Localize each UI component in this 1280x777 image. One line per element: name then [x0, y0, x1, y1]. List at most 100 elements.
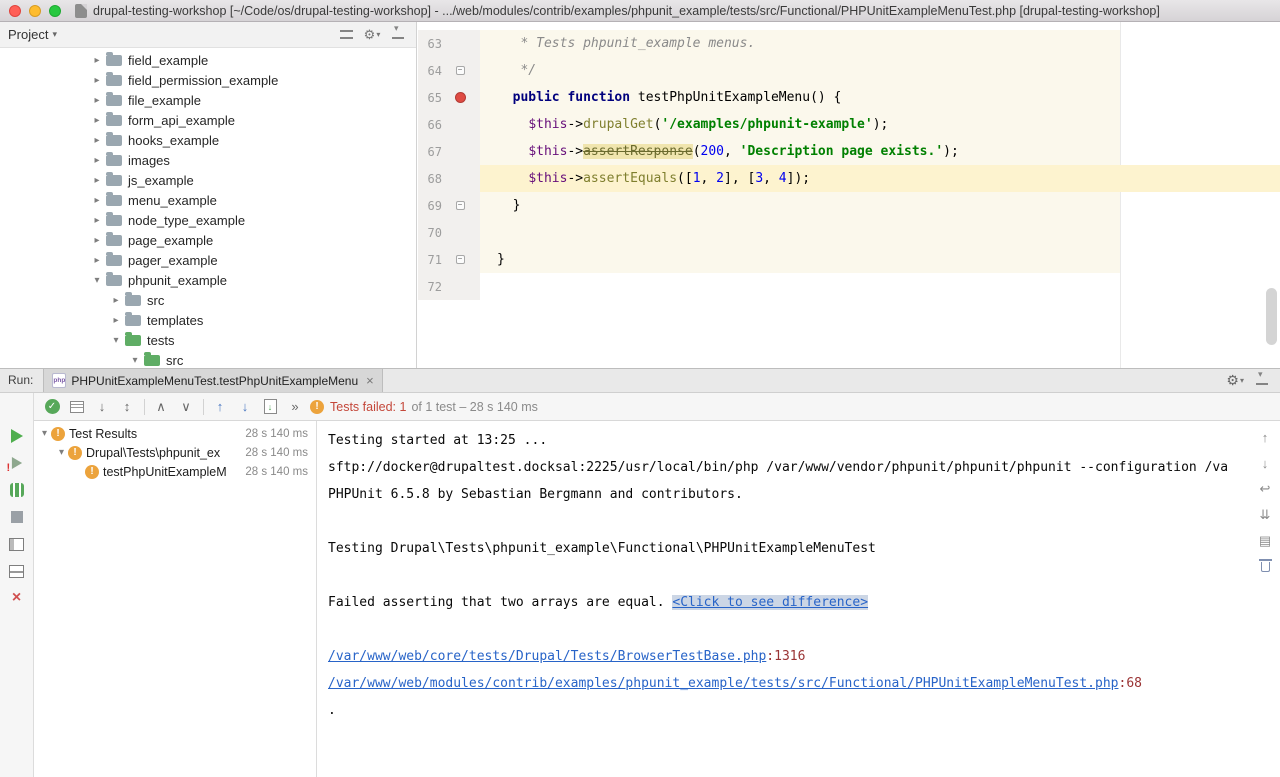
restore-layout-icon[interactable]: [8, 535, 26, 553]
code-line[interactable]: 70: [418, 219, 1280, 246]
close-panel-icon[interactable]: ×: [8, 589, 26, 607]
code-line[interactable]: 72: [418, 273, 1280, 300]
chevron-right-icon[interactable]: ▸: [90, 195, 104, 206]
run-settings-gear-icon[interactable]: ⚙▾: [1226, 369, 1244, 392]
expand-all-icon[interactable]: ∨: [176, 397, 196, 417]
chevron-right-icon[interactable]: ▸: [90, 115, 104, 126]
run-tab[interactable]: php PHPUnitExampleMenuTest.testPhpUnitEx…: [43, 369, 382, 392]
project-tree-item[interactable]: ▸menu_example: [0, 190, 416, 210]
failed-test-gutter-icon[interactable]: [455, 92, 466, 103]
chevron-down-icon[interactable]: ▾: [128, 355, 142, 366]
chevron-down-icon[interactable]: ▾: [55, 447, 68, 458]
chevron-right-icon[interactable]: ▸: [90, 55, 104, 66]
test-folder-icon: [144, 355, 160, 366]
zoom-window-button[interactable]: [49, 5, 61, 17]
fold-marker-icon[interactable]: −: [456, 255, 465, 264]
project-tree-item[interactable]: ▸templates: [0, 310, 416, 330]
chevron-right-icon[interactable]: ▸: [90, 235, 104, 246]
chevron-right-icon[interactable]: ▸: [109, 295, 123, 306]
view-options-icon[interactable]: [336, 26, 356, 44]
chevron-right-icon[interactable]: ▸: [90, 255, 104, 266]
code-line[interactable]: 67 $this->assertResponse(200, 'Descripti…: [418, 138, 1280, 165]
soft-wrap-icon[interactable]: ↩: [1256, 481, 1274, 497]
show-passed-icon[interactable]: ✓: [42, 397, 62, 417]
fold-marker-icon[interactable]: −: [456, 201, 465, 210]
project-tree-item[interactable]: ▾tests: [0, 330, 416, 350]
collapse-all-icon[interactable]: ∧: [151, 397, 171, 417]
chevron-right-icon[interactable]: ▸: [90, 155, 104, 166]
test-tree-item[interactable]: ▾!Test Results28 s 140 ms: [34, 424, 316, 443]
run-toolbar: ✓ ↓ ↕ ∧ ∨ ↑ ↓ ↓ » ! Tests failed: 1 of 1…: [34, 393, 1280, 421]
project-tree-item[interactable]: ▸js_example: [0, 170, 416, 190]
pin-tab-icon[interactable]: [8, 562, 26, 580]
project-tree-item[interactable]: ▸field_example: [0, 50, 416, 70]
project-tree-item[interactable]: ▾phpunit_example: [0, 270, 416, 290]
chevron-right-icon[interactable]: ▸: [90, 215, 104, 226]
folder-name: form_api_example: [128, 113, 235, 128]
import-test-results-icon[interactable]: ↓: [260, 397, 280, 417]
test-tree-item[interactable]: !testPhpUnitExampleM28 s 140 ms: [34, 462, 316, 481]
project-tree-item[interactable]: ▸ form_api_example: [0, 110, 416, 130]
hide-panel-icon[interactable]: [388, 26, 408, 44]
chevron-down-icon[interactable]: ▾: [52, 29, 57, 40]
clear-console-icon[interactable]: [1256, 559, 1274, 575]
editor[interactable]: 63 * Tests phpunit_example menus.64− */6…: [418, 22, 1280, 368]
project-tree-item[interactable]: ▸field_permission_example: [0, 70, 416, 90]
close-window-button[interactable]: [9, 5, 21, 17]
project-tree-item[interactable]: ▸file_example: [0, 90, 416, 110]
chevron-down-icon[interactable]: ▾: [90, 275, 104, 286]
chevron-right-icon[interactable]: ▸: [90, 75, 104, 86]
gear-icon[interactable]: ⚙▾: [362, 26, 382, 44]
chevron-right-icon[interactable]: ▸: [90, 175, 104, 186]
stop-icon[interactable]: [8, 508, 26, 526]
line-number: 71: [418, 253, 442, 267]
close-tab-icon[interactable]: ×: [366, 373, 374, 388]
code-line[interactable]: 71−}: [418, 246, 1280, 273]
up-stack-trace-icon[interactable]: ↑: [1256, 429, 1274, 445]
code-line[interactable]: 65 public function testPhpUnitExampleMen…: [418, 84, 1280, 111]
console-output[interactable]: Testing started at 13:25 ...sftp://docke…: [318, 421, 1280, 777]
code-line[interactable]: 64− */: [418, 57, 1280, 84]
test-tree-item[interactable]: ▾!Drupal\Tests\phpunit_ex28 s 140 ms: [34, 443, 316, 462]
console-link[interactable]: /var/www/web/core/tests/Drupal/Tests/Bro…: [328, 649, 766, 664]
project-tree-item[interactable]: ▸src: [0, 290, 416, 310]
console-link[interactable]: <Click to see difference>: [672, 595, 868, 610]
rerun-failed-tests-icon[interactable]: !: [8, 454, 26, 472]
chevron-right-icon[interactable]: ▸: [109, 315, 123, 326]
more-actions-icon[interactable]: »: [285, 397, 305, 417]
project-tree-item[interactable]: ▸page_example: [0, 230, 416, 250]
scroll-to-end-icon[interactable]: ⇊: [1256, 507, 1274, 523]
line-number: 63: [418, 37, 442, 51]
chevron-down-icon[interactable]: ▾: [38, 428, 51, 439]
show-ignored-icon[interactable]: [67, 397, 87, 417]
folder-icon: [106, 75, 122, 86]
previous-failed-test-icon[interactable]: ↑: [210, 397, 230, 417]
print-icon[interactable]: ▤: [1256, 533, 1274, 549]
project-tree-item[interactable]: ▸hooks_example: [0, 130, 416, 150]
code-line[interactable]: 69− }: [418, 192, 1280, 219]
code-line[interactable]: 63 * Tests phpunit_example menus.: [418, 30, 1280, 57]
code-line[interactable]: 68 $this->assertEquals([1, 2], [3, 4]);: [418, 165, 1280, 192]
next-failed-test-icon[interactable]: ↓: [235, 397, 255, 417]
project-tree-item[interactable]: ▾src: [0, 350, 416, 368]
console-line: PHPUnit 6.5.8 by Sebastian Bergmann and …: [328, 481, 1280, 508]
chevron-right-icon[interactable]: ▸: [90, 135, 104, 146]
collapse-panel-icon[interactable]: [1256, 369, 1268, 392]
project-tree-item[interactable]: ▸images: [0, 150, 416, 170]
project-tree-item[interactable]: ▸node_type_example: [0, 210, 416, 230]
toggle-auto-test-icon[interactable]: [8, 481, 26, 499]
project-tree-item[interactable]: ▸pager_example: [0, 250, 416, 270]
chevron-down-icon[interactable]: ▾: [109, 335, 123, 346]
rerun-test-icon[interactable]: [8, 427, 26, 445]
minimize-window-button[interactable]: [29, 5, 41, 17]
sort-by-duration-icon[interactable]: ↓: [92, 397, 112, 417]
sort-alphabetically-icon[interactable]: ↕: [117, 397, 137, 417]
down-stack-trace-icon[interactable]: ↓: [1256, 455, 1274, 471]
chevron-right-icon[interactable]: ▸: [90, 95, 104, 106]
code-line[interactable]: 66 $this->drupalGet('/examples/phpunit-e…: [418, 111, 1280, 138]
gutter: 67: [418, 138, 480, 165]
project-panel-title[interactable]: Project: [8, 27, 48, 42]
console-link[interactable]: /var/www/web/modules/contrib/examples/ph…: [328, 676, 1119, 691]
fold-marker-icon[interactable]: −: [456, 66, 465, 75]
editor-scrollbar[interactable]: [1266, 288, 1277, 345]
